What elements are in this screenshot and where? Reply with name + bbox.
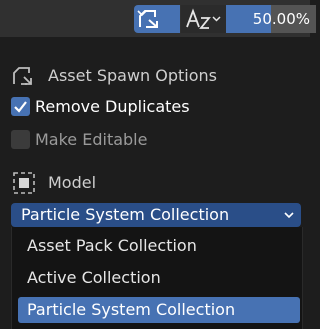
sort-button[interactable] <box>181 5 226 33</box>
make-editable-label[interactable]: Make Editable <box>35 130 147 150</box>
menu-item-active-collection[interactable]: Active Collection <box>18 265 300 291</box>
collection-dropdown[interactable]: Particle System Collection <box>11 203 301 227</box>
chevron-down-icon <box>284 212 294 219</box>
sort-az-icon <box>186 8 221 29</box>
asset-spawn-icon <box>13 67 32 85</box>
menu-item-label: Active Collection <box>27 268 161 287</box>
chevron-down-icon <box>137 10 147 17</box>
menu-item-asset-pack-collection[interactable]: Asset Pack Collection <box>18 233 300 259</box>
remove-duplicates-label[interactable]: Remove Duplicates <box>35 97 190 117</box>
zoom-slider[interactable]: 50.00% <box>226 5 316 33</box>
model-icon <box>13 172 35 194</box>
menu-item-label: Asset Pack Collection <box>27 236 197 255</box>
menu-item-label: Particle System Collection <box>27 300 236 319</box>
section-title-model: Model <box>48 173 97 192</box>
asset-spawn-options-button[interactable] <box>134 5 180 33</box>
menu-item-particle-system-collection[interactable]: Particle System Collection <box>18 297 300 323</box>
collection-dropdown-value: Particle System Collection <box>21 205 230 224</box>
make-editable-checkbox[interactable] <box>11 130 30 149</box>
zoom-value: 50.00% <box>252 10 310 28</box>
section-title-asset-spawn: Asset Spawn Options <box>48 66 217 85</box>
checkmark-icon <box>14 101 27 113</box>
collection-dropdown-menu: Asset Pack Collection Active Collection … <box>11 227 303 329</box>
header-toolbar: 50.00% <box>0 0 316 37</box>
remove-duplicates-checkbox[interactable] <box>11 97 30 116</box>
